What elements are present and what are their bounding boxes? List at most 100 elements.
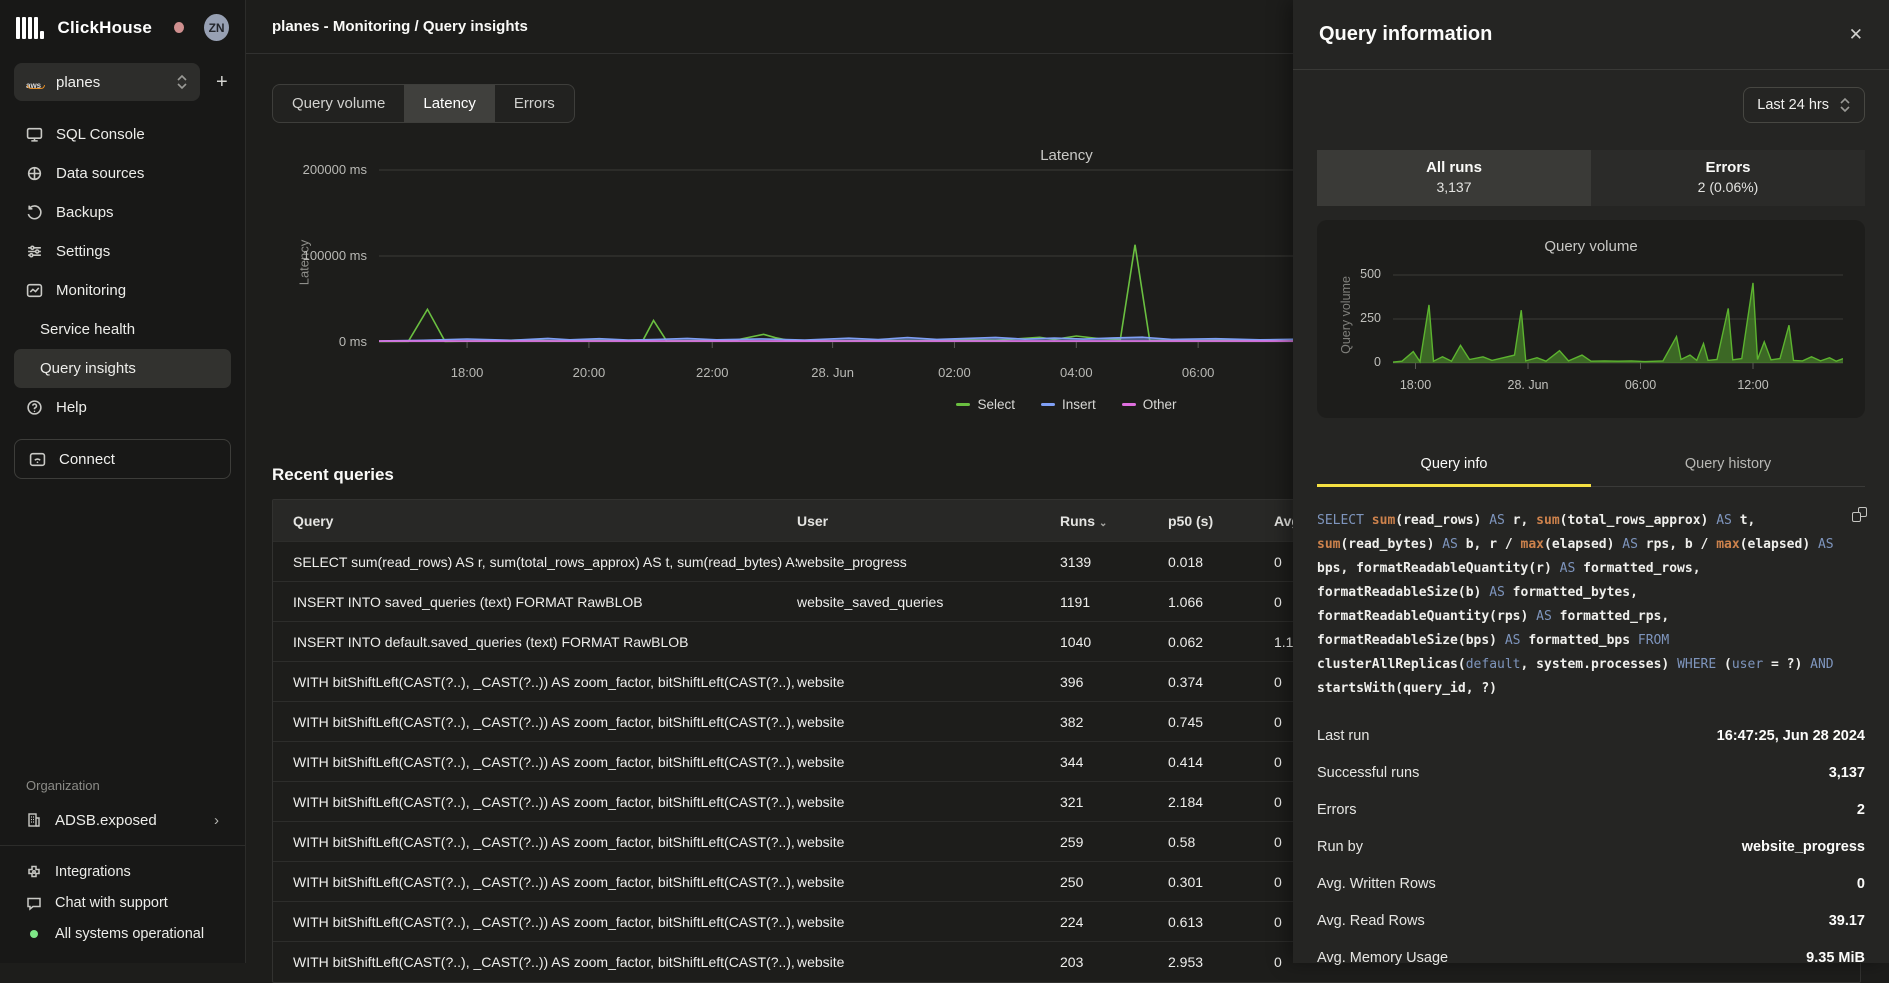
time-range-value: Last 24 hrs <box>1757 97 1829 113</box>
mini-chart-title: Query volume <box>1317 238 1865 255</box>
stat-row: Errors2 <box>1317 791 1865 828</box>
cell-user: website <box>797 874 1060 890</box>
stat-row: Last run16:47:25, Jun 28 2024 <box>1317 717 1865 754</box>
monitoring-icon <box>26 282 43 299</box>
runs-tab-errors[interactable]: Errors2 (0.06%) <box>1591 150 1865 206</box>
sidebar-item-service-health[interactable]: Service health <box>14 310 231 349</box>
runs-tab-label: All runs <box>1317 159 1591 176</box>
stat-value: 39.17 <box>1829 913 1865 929</box>
y-tick-label: 200000 ms <box>279 162 367 177</box>
legend-item-select[interactable]: Select <box>956 397 1015 412</box>
system-status[interactable]: All systems operational <box>14 918 231 949</box>
chevron-right-icon: › <box>214 812 219 829</box>
query-stats-list: Last run16:47:25, Jun 28 2024Successful … <box>1317 717 1865 983</box>
service-selector[interactable]: aws planes <box>14 63 200 101</box>
cell-query: INSERT INTO default.saved_queries (text)… <box>293 634 797 650</box>
footer-item-chat-with-support[interactable]: Chat with support <box>14 887 231 918</box>
notification-dot-icon <box>174 22 184 33</box>
cell-query: INSERT INTO saved_queries (text) FORMAT … <box>293 594 797 610</box>
x-tick-label: 20:00 <box>573 365 606 380</box>
aws-icon: aws <box>26 75 46 89</box>
column-header-user[interactable]: User <box>797 513 1060 529</box>
cell-query: WITH bitShiftLeft(CAST(?..), _CAST(?..))… <box>293 914 797 930</box>
cell-user: website <box>797 914 1060 930</box>
sidebar-item-help[interactable]: Help <box>14 388 231 427</box>
cell-runs: 3139 <box>1060 554 1168 570</box>
sql-code-block: SELECT sum(read_rows) AS r, sum(total_ro… <box>1317 509 1865 701</box>
sidebar-item-data-sources[interactable]: Data sources <box>14 154 231 193</box>
column-header-query[interactable]: Query <box>293 513 797 529</box>
copy-icon[interactable] <box>1852 507 1867 522</box>
x-tick-label: 18:00 <box>1400 378 1431 392</box>
console-icon <box>26 126 43 143</box>
building-icon <box>26 812 42 828</box>
cell-user: website <box>797 794 1060 810</box>
brand-name: ClickHouse <box>58 18 153 38</box>
info-tab-query-history[interactable]: Query history <box>1591 444 1865 487</box>
runs-tab-group: All runs 3,137Errors2 (0.06%) <box>1317 150 1865 206</box>
close-icon[interactable]: ✕ <box>1849 26 1863 43</box>
cell-runs: 224 <box>1060 914 1168 930</box>
runs-tab-value: 3,137 <box>1317 179 1591 195</box>
cell-p50: 0.414 <box>1168 754 1274 770</box>
legend-swatch-icon <box>1041 403 1055 406</box>
stat-value: 0 <box>1857 876 1865 892</box>
legend-label: Select <box>977 397 1015 412</box>
sidebar-item-label: Monitoring <box>56 282 126 299</box>
x-tick-label: 18:00 <box>451 365 484 380</box>
connect-button[interactable]: Connect <box>14 439 231 479</box>
tab-errors[interactable]: Errors <box>495 85 574 122</box>
cell-p50: 0.613 <box>1168 914 1274 930</box>
y-tick-label: 100000 ms <box>279 248 367 263</box>
avatar[interactable]: ZN <box>204 14 229 41</box>
footer-item-label: Chat with support <box>55 895 168 911</box>
query-volume-plot[interactable] <box>1393 270 1843 370</box>
sidebar-item-sql-console[interactable]: SQL Console <box>14 115 231 154</box>
chevron-updown-icon <box>176 74 188 90</box>
add-service-button[interactable]: + <box>210 71 234 94</box>
time-range-select[interactable]: Last 24 hrs <box>1743 87 1865 123</box>
legend-label: Insert <box>1062 397 1096 412</box>
x-tick-label: 04:00 <box>1060 365 1093 380</box>
connect-icon <box>29 451 46 468</box>
sidebar-item-query-insights[interactable]: Query insights <box>14 349 231 388</box>
column-header-runs[interactable]: Runs⌄ <box>1060 513 1168 529</box>
info-tab-query-info[interactable]: Query info <box>1317 444 1591 487</box>
legend-item-other[interactable]: Other <box>1122 397 1177 412</box>
tab-latency[interactable]: Latency <box>404 85 495 122</box>
cell-query: SELECT sum(read_rows) AS r, sum(total_ro… <box>293 554 797 570</box>
x-tick-label: 12:00 <box>1737 378 1768 392</box>
cell-query: WITH bitShiftLeft(CAST(?..), _CAST(?..))… <box>293 674 797 690</box>
chat-icon <box>26 895 42 911</box>
sidebar-item-settings[interactable]: Settings <box>14 232 231 271</box>
legend-item-insert[interactable]: Insert <box>1041 397 1096 412</box>
sidebar-item-monitoring[interactable]: Monitoring <box>14 271 231 310</box>
stat-value: 16:47:25, Jun 28 2024 <box>1717 728 1865 744</box>
cell-user: website_saved_queries <box>797 594 1060 610</box>
runs-tab-all-runs[interactable]: All runs 3,137 <box>1317 150 1591 206</box>
x-tick-label: 06:00 <box>1625 378 1656 392</box>
cell-query: WITH bitShiftLeft(CAST(?..), _CAST(?..))… <box>293 794 797 810</box>
legend-swatch-icon <box>1122 403 1136 406</box>
footer-item-integrations[interactable]: Integrations <box>14 856 231 887</box>
sidebar-item-label: Help <box>56 399 87 416</box>
integrations-icon <box>26 864 42 880</box>
column-header-p50-s-[interactable]: p50 (s) <box>1168 513 1274 529</box>
sidebar-item-label: Backups <box>56 204 114 221</box>
query-information-panel: Query information ✕ Last 24 hrs All runs… <box>1293 0 1889 963</box>
stat-row: Avg. Written Rows0 <box>1317 865 1865 902</box>
cell-p50: 2.953 <box>1168 954 1274 970</box>
tab-query-volume[interactable]: Query volume <box>273 85 404 122</box>
sidebar: ClickHouse ZN aws planes + SQL ConsoleDa… <box>0 0 246 963</box>
stat-key: Errors <box>1317 802 1356 818</box>
x-tick-label: 02:00 <box>938 365 971 380</box>
y-tick-label: 0 <box>1347 355 1381 369</box>
brand-row: ClickHouse ZN <box>0 0 245 51</box>
organization-item[interactable]: ADSB.exposed › <box>14 801 231 839</box>
sidebar-item-backups[interactable]: Backups <box>14 193 231 232</box>
sort-caret-icon: ⌄ <box>1099 518 1107 529</box>
stat-key: Run by <box>1317 839 1363 855</box>
cell-runs: 1191 <box>1060 594 1168 610</box>
cell-query: WITH bitShiftLeft(CAST(?..), _CAST(?..))… <box>293 834 797 850</box>
status-label: All systems operational <box>55 926 204 942</box>
